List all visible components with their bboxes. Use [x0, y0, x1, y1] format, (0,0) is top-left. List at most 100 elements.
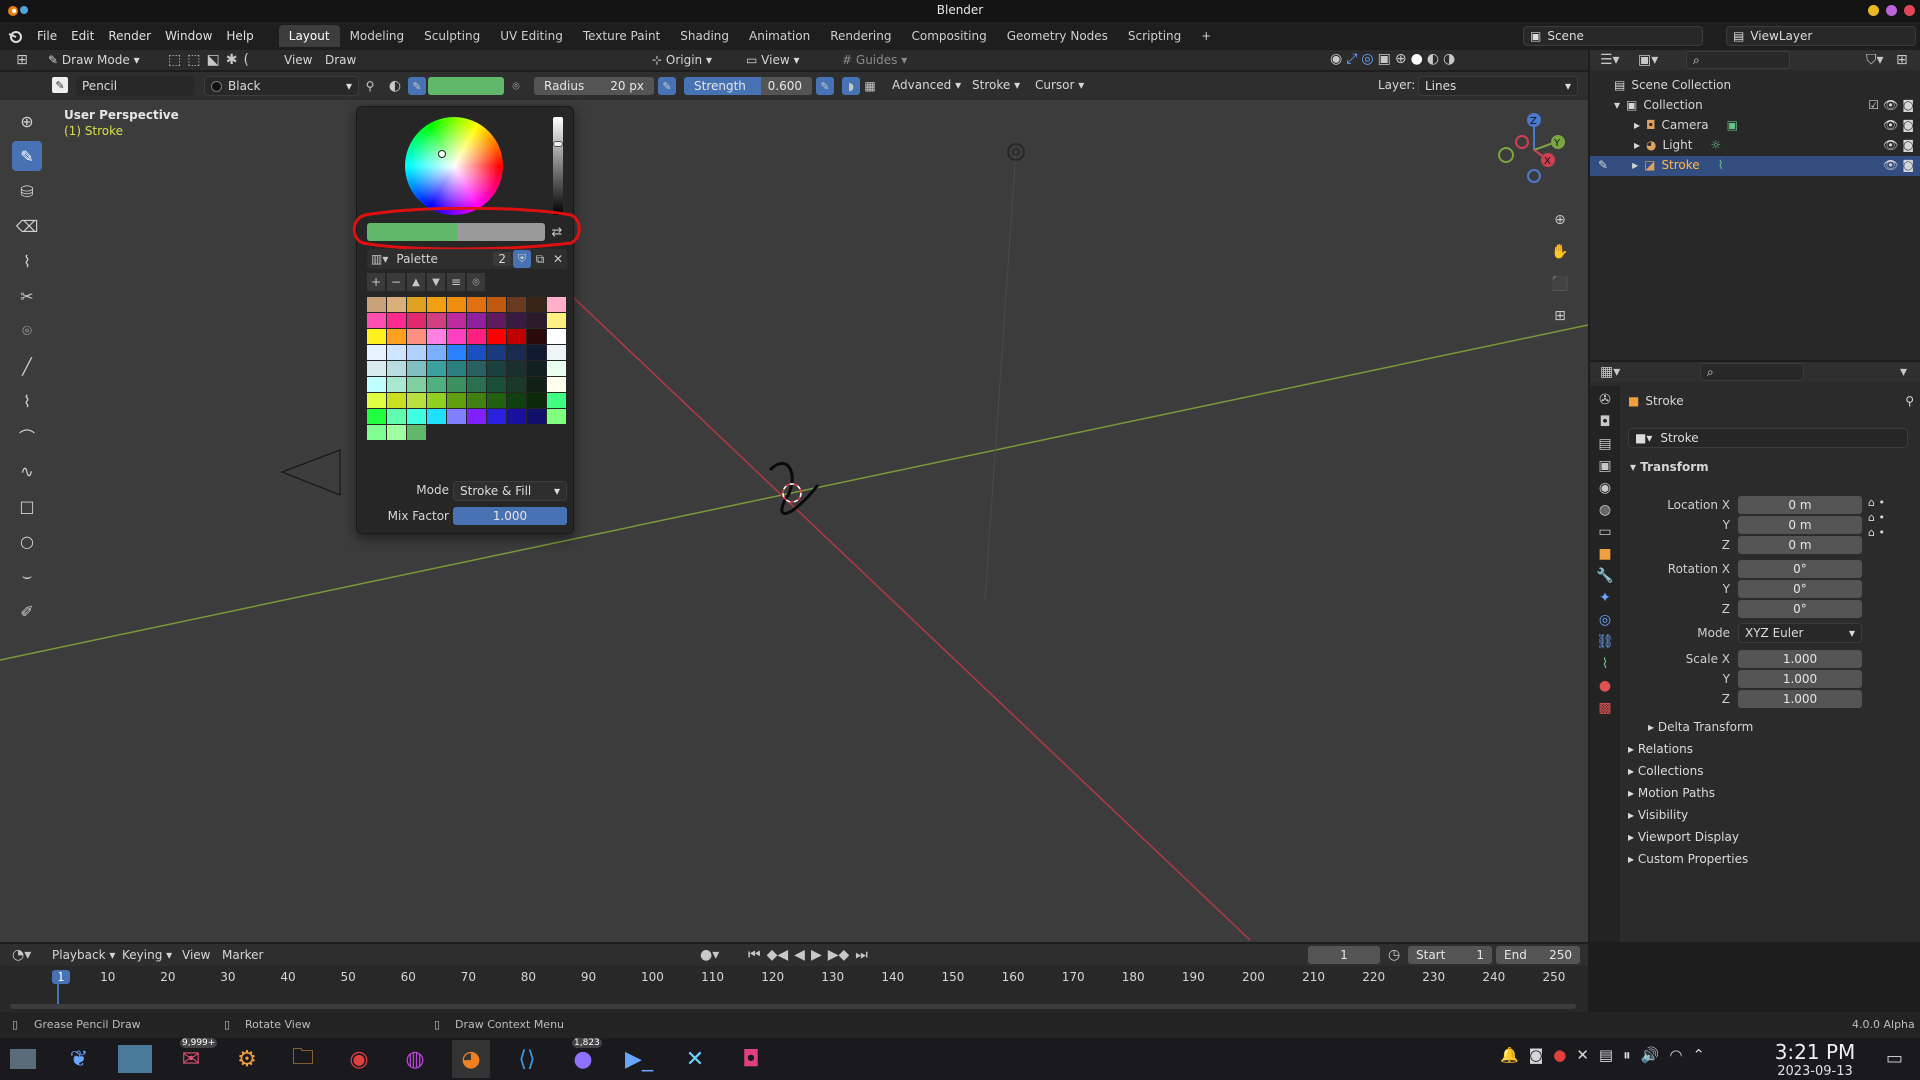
- prev-keyframe-icon[interactable]: ◆◀: [767, 947, 789, 963]
- app-launcher-icon[interactable]: ❦: [60, 1040, 98, 1078]
- tint-tool-icon[interactable]: ⌇: [12, 246, 42, 276]
- outliner-collection[interactable]: ▾ ▣ Collection ☑ 👁 ◙: [1614, 98, 1914, 112]
- object-data-tab-icon[interactable]: ⌇: [1602, 656, 1609, 672]
- camera-render-icon[interactable]: ◙: [1902, 98, 1914, 112]
- scene-tab-icon[interactable]: ◉: [1599, 480, 1611, 496]
- eye-icon[interactable]: 👁: [1883, 158, 1898, 172]
- scale-z-field[interactable]: 1.000: [1738, 690, 1862, 708]
- location-y-field[interactable]: 0 m: [1738, 516, 1862, 534]
- palette-color-swatch[interactable]: [407, 329, 426, 344]
- overlay-icon[interactable]: ◎: [1361, 51, 1373, 67]
- palette-move-down-icon[interactable]: ▼: [427, 273, 445, 291]
- record-icon[interactable]: ●▾: [700, 947, 719, 963]
- palette-color-swatch[interactable]: [367, 297, 386, 312]
- palette-color-swatch[interactable]: [487, 345, 506, 360]
- menu-file[interactable]: File: [30, 29, 64, 43]
- palette-color-swatch[interactable]: [367, 409, 386, 424]
- playback-menu[interactable]: Playback ▾: [52, 948, 115, 962]
- keying-menu[interactable]: Keying ▾: [122, 948, 172, 962]
- collection-tab-icon[interactable]: ▭: [1598, 524, 1611, 540]
- location-x-field[interactable]: 0 m: [1738, 496, 1862, 514]
- palette-color-swatch[interactable]: [547, 409, 566, 424]
- erase-tool-icon[interactable]: ⌫: [12, 211, 42, 241]
- palette-color-swatch[interactable]: [507, 377, 526, 392]
- timeline-view-menu[interactable]: View: [182, 948, 210, 962]
- blender-menu-icon[interactable]: [0, 28, 30, 44]
- palette-color-swatch[interactable]: [367, 393, 386, 408]
- jump-start-icon[interactable]: ⏮: [748, 947, 761, 963]
- brush-selector[interactable]: Pencil: [76, 76, 194, 96]
- tab-uv-editing[interactable]: UV Editing: [490, 25, 573, 47]
- palette-color-swatch[interactable]: [407, 393, 426, 408]
- material-shading-icon[interactable]: ◐: [1427, 51, 1439, 67]
- eye-icon[interactable]: 👁: [1883, 98, 1898, 112]
- 3d-viewport[interactable]: User Perspective (1) Stroke ⊕ ✎ ⛁ ⌫ ⌇ ✂ …: [0, 100, 1588, 942]
- terminal-icon[interactable]: ▶_: [620, 1040, 658, 1078]
- palette-remove-icon[interactable]: −: [387, 273, 405, 291]
- jump-end-icon[interactable]: ⏭: [855, 947, 868, 963]
- output-tab-icon[interactable]: ▤: [1598, 436, 1611, 452]
- palette-color-swatch[interactable]: [387, 329, 406, 344]
- palette-color-swatch[interactable]: [467, 297, 486, 312]
- palette-color-swatch[interactable]: [367, 313, 386, 328]
- clock[interactable]: 3:21 PM 2023-09-13: [1770, 1040, 1860, 1079]
- pin-properties-icon[interactable]: ⚲: [1905, 394, 1914, 408]
- modifier-tab-icon[interactable]: 🔧: [1596, 568, 1613, 584]
- scale-x-field[interactable]: 1.000: [1738, 650, 1862, 668]
- next-keyframe-icon[interactable]: ▶◆: [828, 947, 850, 963]
- advanced-dropdown[interactable]: Advanced ▾: [892, 78, 961, 92]
- clipboard-icon[interactable]: ▤: [1599, 1046, 1613, 1064]
- palette-color-swatch[interactable]: [507, 297, 526, 312]
- radius-pressure-icon[interactable]: ✎: [658, 77, 676, 95]
- rotation-y-field[interactable]: 0°: [1738, 580, 1862, 598]
- wireframe-shading-icon[interactable]: ⊕: [1395, 51, 1407, 67]
- palette-color-swatch[interactable]: [487, 361, 506, 376]
- menu-edit[interactable]: Edit: [64, 29, 101, 43]
- palette-color-swatch[interactable]: [407, 297, 426, 312]
- physics-tab-icon[interactable]: ◎: [1599, 612, 1611, 628]
- palette-color-swatch[interactable]: [547, 345, 566, 360]
- origin-dropdown[interactable]: ⊹ Origin ▾: [652, 53, 712, 67]
- camera-view-icon[interactable]: ⬛: [1548, 272, 1572, 296]
- eye-icon[interactable]: 👁: [1883, 118, 1898, 132]
- palette-color-swatch[interactable]: [387, 345, 406, 360]
- cutter-tool-icon[interactable]: ✂: [12, 281, 42, 311]
- clock-icon[interactable]: ◷: [1388, 947, 1400, 963]
- vscode-icon[interactable]: ⟨⟩: [508, 1040, 546, 1078]
- palette-color-swatch[interactable]: [547, 329, 566, 344]
- menu-draw[interactable]: Draw: [325, 53, 356, 67]
- circle-tool-icon[interactable]: ○: [12, 526, 42, 556]
- palette-color-swatch[interactable]: [527, 409, 546, 424]
- material-tab-icon[interactable]: ●: [1599, 678, 1611, 694]
- gizmo-icon[interactable]: ⤢: [1346, 51, 1357, 67]
- pin-icon[interactable]: ⚲: [362, 77, 378, 95]
- start-frame-field[interactable]: Start 1: [1408, 946, 1492, 964]
- chat-icon[interactable]: ● 1,823: [564, 1038, 602, 1078]
- box-tool-icon[interactable]: □: [12, 491, 42, 521]
- new-collection-icon[interactable]: ⊞: [1896, 52, 1908, 68]
- palette-color-swatch[interactable]: [467, 329, 486, 344]
- notification-bell-icon[interactable]: 🔔: [1500, 1046, 1519, 1064]
- select-mode-icons[interactable]: ⬚ ⬚ ⬕ ✱ (: [168, 52, 249, 68]
- editor-type-icon[interactable]: ⊞: [10, 50, 34, 70]
- menu-help[interactable]: Help: [219, 29, 260, 43]
- menu-view[interactable]: View: [284, 53, 312, 67]
- view-layer-tab-icon[interactable]: ▣: [1598, 458, 1611, 474]
- color-mode-dropdown[interactable]: Stroke & Fill ▾: [453, 481, 567, 501]
- zoom-icon[interactable]: ⊕: [1548, 208, 1572, 232]
- transform-panel-header[interactable]: ▾ Transform: [1630, 460, 1709, 474]
- palette-color-swatch[interactable]: [547, 313, 566, 328]
- outliner-scene-collection[interactable]: ▤ Scene Collection: [1614, 78, 1731, 92]
- value-slider-handle[interactable]: [553, 141, 563, 147]
- pause-icon[interactable]: ⏸: [1623, 1046, 1631, 1064]
- draw-tool-icon[interactable]: ✎: [12, 141, 42, 171]
- timeline-type-icon[interactable]: ◔▾: [12, 947, 31, 963]
- perspective-toggle-icon[interactable]: ⊞: [1548, 304, 1572, 328]
- palette-color-swatch[interactable]: [427, 345, 446, 360]
- camera-render-icon[interactable]: ◙: [1902, 118, 1914, 132]
- palette-color-swatch[interactable]: [407, 345, 426, 360]
- palette-sort-icon[interactable]: ≡: [447, 273, 465, 291]
- palette-color-swatch[interactable]: [407, 361, 426, 376]
- palette-color-swatch[interactable]: [427, 329, 446, 344]
- timeline-ruler[interactable]: 1 10 20 30 40 50 60 70 80 90 100 110 120 130 140 150 160…: [0, 968, 1588, 988]
